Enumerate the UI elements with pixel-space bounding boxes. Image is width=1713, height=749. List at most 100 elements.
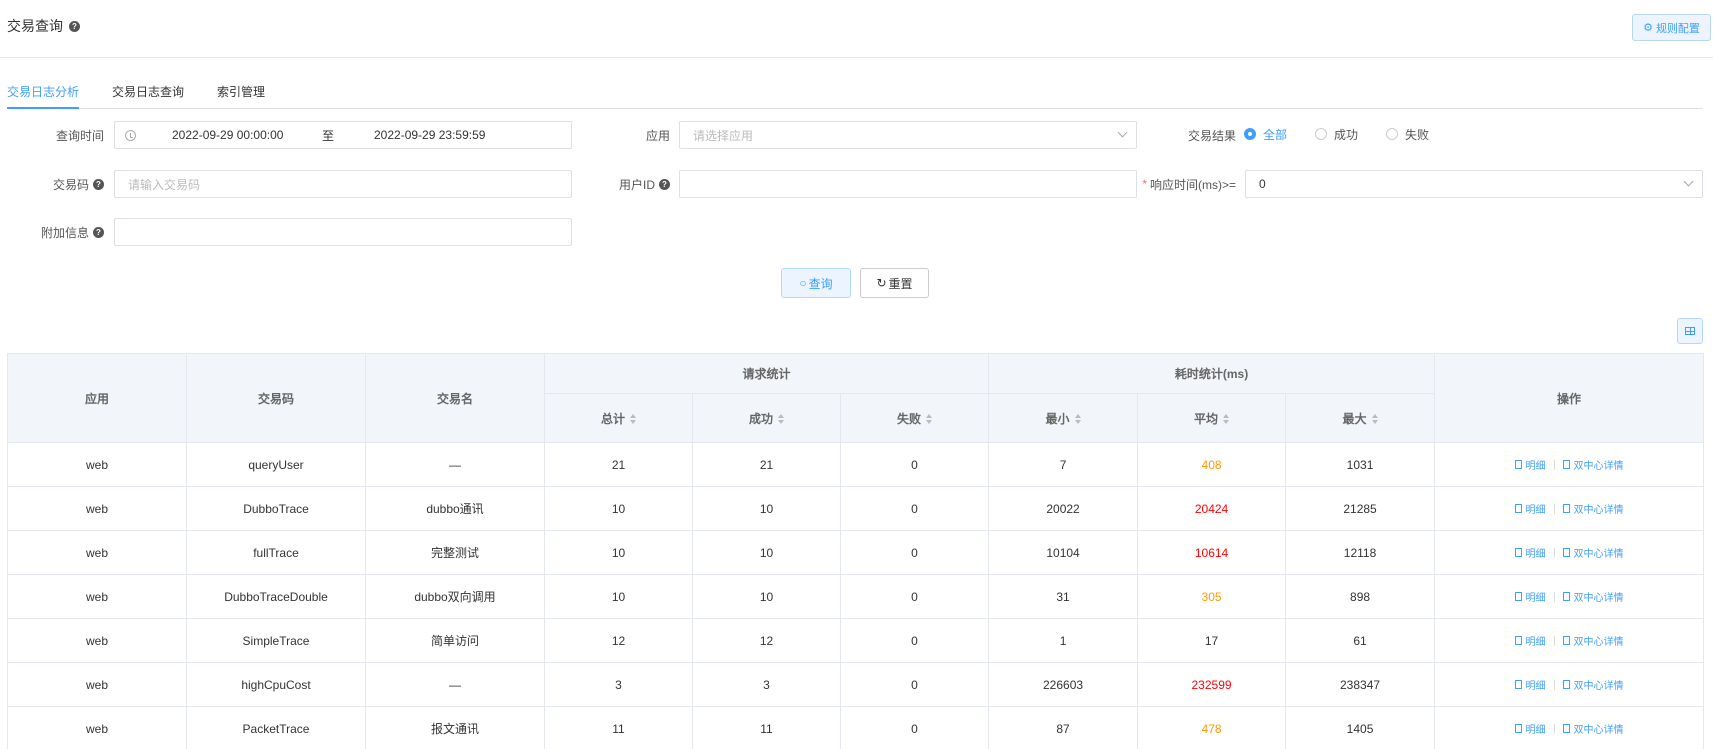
header-max[interactable]: 最大 [1285, 393, 1436, 443]
radio-fail[interactable]: 失败 [1386, 126, 1429, 143]
radio-all[interactable]: 全部 [1244, 126, 1287, 143]
table-grid-icon [1685, 327, 1695, 335]
detail-link[interactable]: 明细 [1514, 501, 1546, 516]
header-fail[interactable]: 失败 [839, 393, 990, 443]
user-id-label: 用户ID ? [580, 170, 670, 198]
divider [1553, 503, 1555, 514]
cell-total: 10 [544, 574, 693, 619]
tab-log-analysis[interactable]: 交易日志分析 [7, 78, 80, 109]
cell-code: queryUser [186, 442, 366, 487]
detail-link[interactable]: 明细 [1514, 721, 1546, 736]
divider [1553, 635, 1555, 646]
cell-ops: 明细 双中心详情 [1434, 662, 1705, 707]
extra-info-input[interactable] [114, 218, 572, 246]
table-row: web fullTrace 完整测试 10 10 0 10104 10614 12118 明细 双中… [7, 530, 1705, 575]
cell-name: dubbo双向调用 [365, 574, 545, 619]
dual-center-link[interactable]: 双中心详情 [1562, 721, 1624, 736]
cell-avg: 10614 [1137, 530, 1287, 575]
cell-success: 10 [692, 574, 841, 619]
document-icon [1514, 548, 1522, 557]
header-min[interactable]: 最小 [988, 393, 1139, 443]
radio-dot-icon [1244, 128, 1256, 140]
document-icon [1514, 724, 1522, 733]
cell-max: 898 [1285, 574, 1436, 619]
dual-center-link[interactable]: 双中心详情 [1562, 677, 1624, 692]
divider [1553, 547, 1555, 558]
user-id-input[interactable] [679, 170, 1137, 198]
dual-center-link[interactable]: 双中心详情 [1562, 633, 1624, 648]
document-icon [1562, 504, 1570, 513]
header-ops: 操作 [1434, 353, 1705, 443]
cell-name: 简单访问 [365, 618, 545, 663]
header-avg[interactable]: 平均 [1137, 393, 1287, 443]
cell-name: 报文通讯 [365, 706, 545, 749]
cell-avg: 17 [1137, 618, 1287, 663]
row-actions: 明细 双中心详情 [1435, 589, 1703, 604]
detail-link[interactable]: 明细 [1514, 633, 1546, 648]
dual-center-link[interactable]: 双中心详情 [1562, 457, 1624, 472]
help-icon[interactable]: ? [93, 226, 104, 238]
cell-app: web [7, 574, 187, 619]
tab-log-query[interactable]: 交易日志查询 [112, 78, 184, 109]
rule-config-button[interactable]: ⚙ 规则配置 [1632, 14, 1711, 41]
cell-app: web [7, 662, 187, 707]
cell-min: 87 [988, 706, 1139, 749]
cell-total: 21 [544, 442, 693, 487]
cell-max: 61 [1285, 618, 1436, 663]
query-time-label: 查询时间 [55, 128, 104, 143]
detail-link[interactable]: 明细 [1514, 545, 1546, 560]
detail-link[interactable]: 明细 [1514, 589, 1546, 604]
row-actions: 明细 双中心详情 [1435, 633, 1703, 648]
table-row: web SimpleTrace 简单访问 12 12 0 1 17 61 明细 双中心详情 [7, 618, 1705, 663]
cell-success: 3 [692, 662, 841, 707]
column-settings-button[interactable] [1677, 318, 1703, 344]
document-icon [1562, 724, 1570, 733]
trade-code-label: 交易码 ? [0, 170, 104, 198]
dual-center-link[interactable]: 双中心详情 [1562, 545, 1624, 560]
cell-avg: 232599 [1137, 662, 1287, 707]
cell-max: 238347 [1285, 662, 1436, 707]
query-time-range-picker[interactable]: 2022-09-29 00:00:00 至 2022-09-29 23:59:5… [114, 121, 572, 149]
cell-fail: 0 [839, 706, 990, 749]
radio-dot-icon [1386, 128, 1399, 140]
header-request-stats: 请求统计 [543, 353, 990, 394]
trade-code-input[interactable]: 请输入交易码 [114, 170, 572, 198]
detail-link[interactable]: 明细 [1514, 677, 1546, 692]
divider [1553, 591, 1555, 602]
radio-success[interactable]: 成功 [1315, 126, 1358, 143]
start-time-value[interactable]: 2022-09-29 00:00:00 [172, 128, 283, 142]
page-header: 交易查询 ? ⚙ 规则配置 [0, 0, 1713, 58]
cell-max: 21285 [1285, 486, 1436, 531]
dual-center-link[interactable]: 双中心详情 [1562, 589, 1624, 604]
cell-avg: 305 [1137, 574, 1287, 619]
extra-info-label: 附加信息 ? [0, 218, 104, 246]
cell-fail: 0 [839, 574, 990, 619]
header-code: 交易码 [186, 353, 366, 443]
cell-min: 10104 [988, 530, 1139, 575]
header-name: 交易名 [365, 353, 545, 443]
tab-index-management[interactable]: 索引管理 [217, 78, 265, 109]
dual-center-link[interactable]: 双中心详情 [1562, 501, 1624, 516]
end-time-value[interactable]: 2022-09-29 23:59:59 [374, 128, 485, 142]
document-icon [1514, 504, 1522, 513]
document-icon [1514, 592, 1522, 601]
detail-link[interactable]: 明细 [1514, 457, 1546, 472]
row-actions: 明细 双中心详情 [1435, 545, 1703, 560]
help-icon[interactable]: ? [659, 178, 670, 190]
help-icon[interactable]: ? [69, 20, 80, 32]
sort-icon [1371, 414, 1378, 425]
header-success[interactable]: 成功 [692, 393, 841, 443]
cell-success: 10 [692, 486, 841, 531]
help-icon[interactable]: ? [93, 178, 104, 190]
cell-name: — [365, 442, 545, 487]
row-actions: 明细 双中心详情 [1435, 677, 1703, 692]
cell-avg: 20424 [1137, 486, 1287, 531]
row-actions: 明细 双中心详情 [1435, 501, 1703, 516]
app-select[interactable]: 请选择应用 [679, 121, 1137, 149]
cell-app: web [7, 530, 187, 575]
query-button[interactable]: ○ 查询 [781, 268, 851, 298]
header-total[interactable]: 总计 [544, 393, 693, 443]
app-select-placeholder: 请选择应用 [693, 128, 754, 143]
reset-button[interactable]: ↻ 重置 [860, 268, 929, 298]
resp-time-select[interactable]: 0 [1245, 170, 1703, 198]
